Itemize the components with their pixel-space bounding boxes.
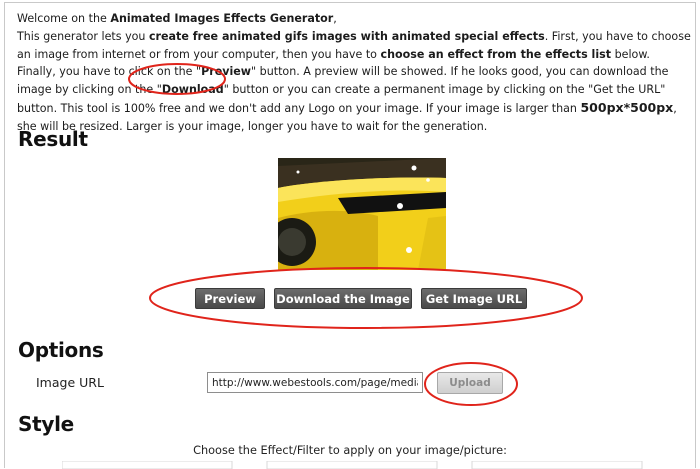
size-limit-annotation [128,63,226,95]
upload-annotation [424,362,518,406]
buttons-annotation [149,267,583,329]
annotation-overlay [128,63,583,406]
